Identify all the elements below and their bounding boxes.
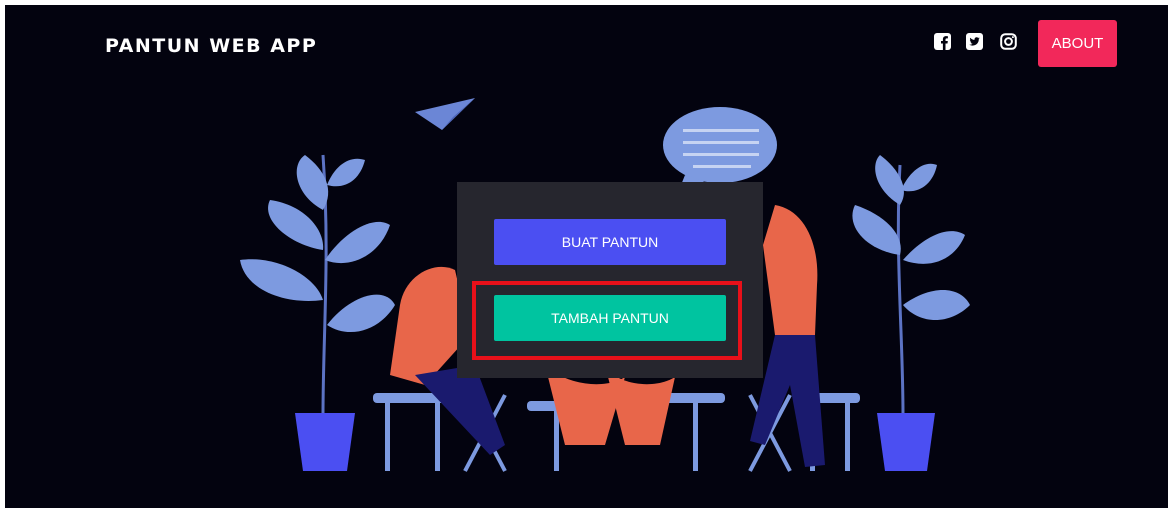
brand-title[interactable]: PANTUN WEB APP xyxy=(105,35,317,57)
instagram-icon[interactable] xyxy=(1000,33,1017,50)
facebook-icon[interactable] xyxy=(934,33,951,50)
highlight-annotation xyxy=(472,281,742,360)
left-plant xyxy=(240,154,395,471)
right-plant xyxy=(852,155,970,471)
buat-pantun-button[interactable]: BUAT PANTUN xyxy=(494,219,726,265)
twitter-icon[interactable] xyxy=(966,33,983,50)
about-button[interactable]: ABOUT xyxy=(1038,20,1117,67)
paper-plane-icon xyxy=(415,98,475,130)
app-viewport: PANTUN WEB APP ABOUT BUAT PANTUN TAMBAH … xyxy=(5,5,1168,508)
